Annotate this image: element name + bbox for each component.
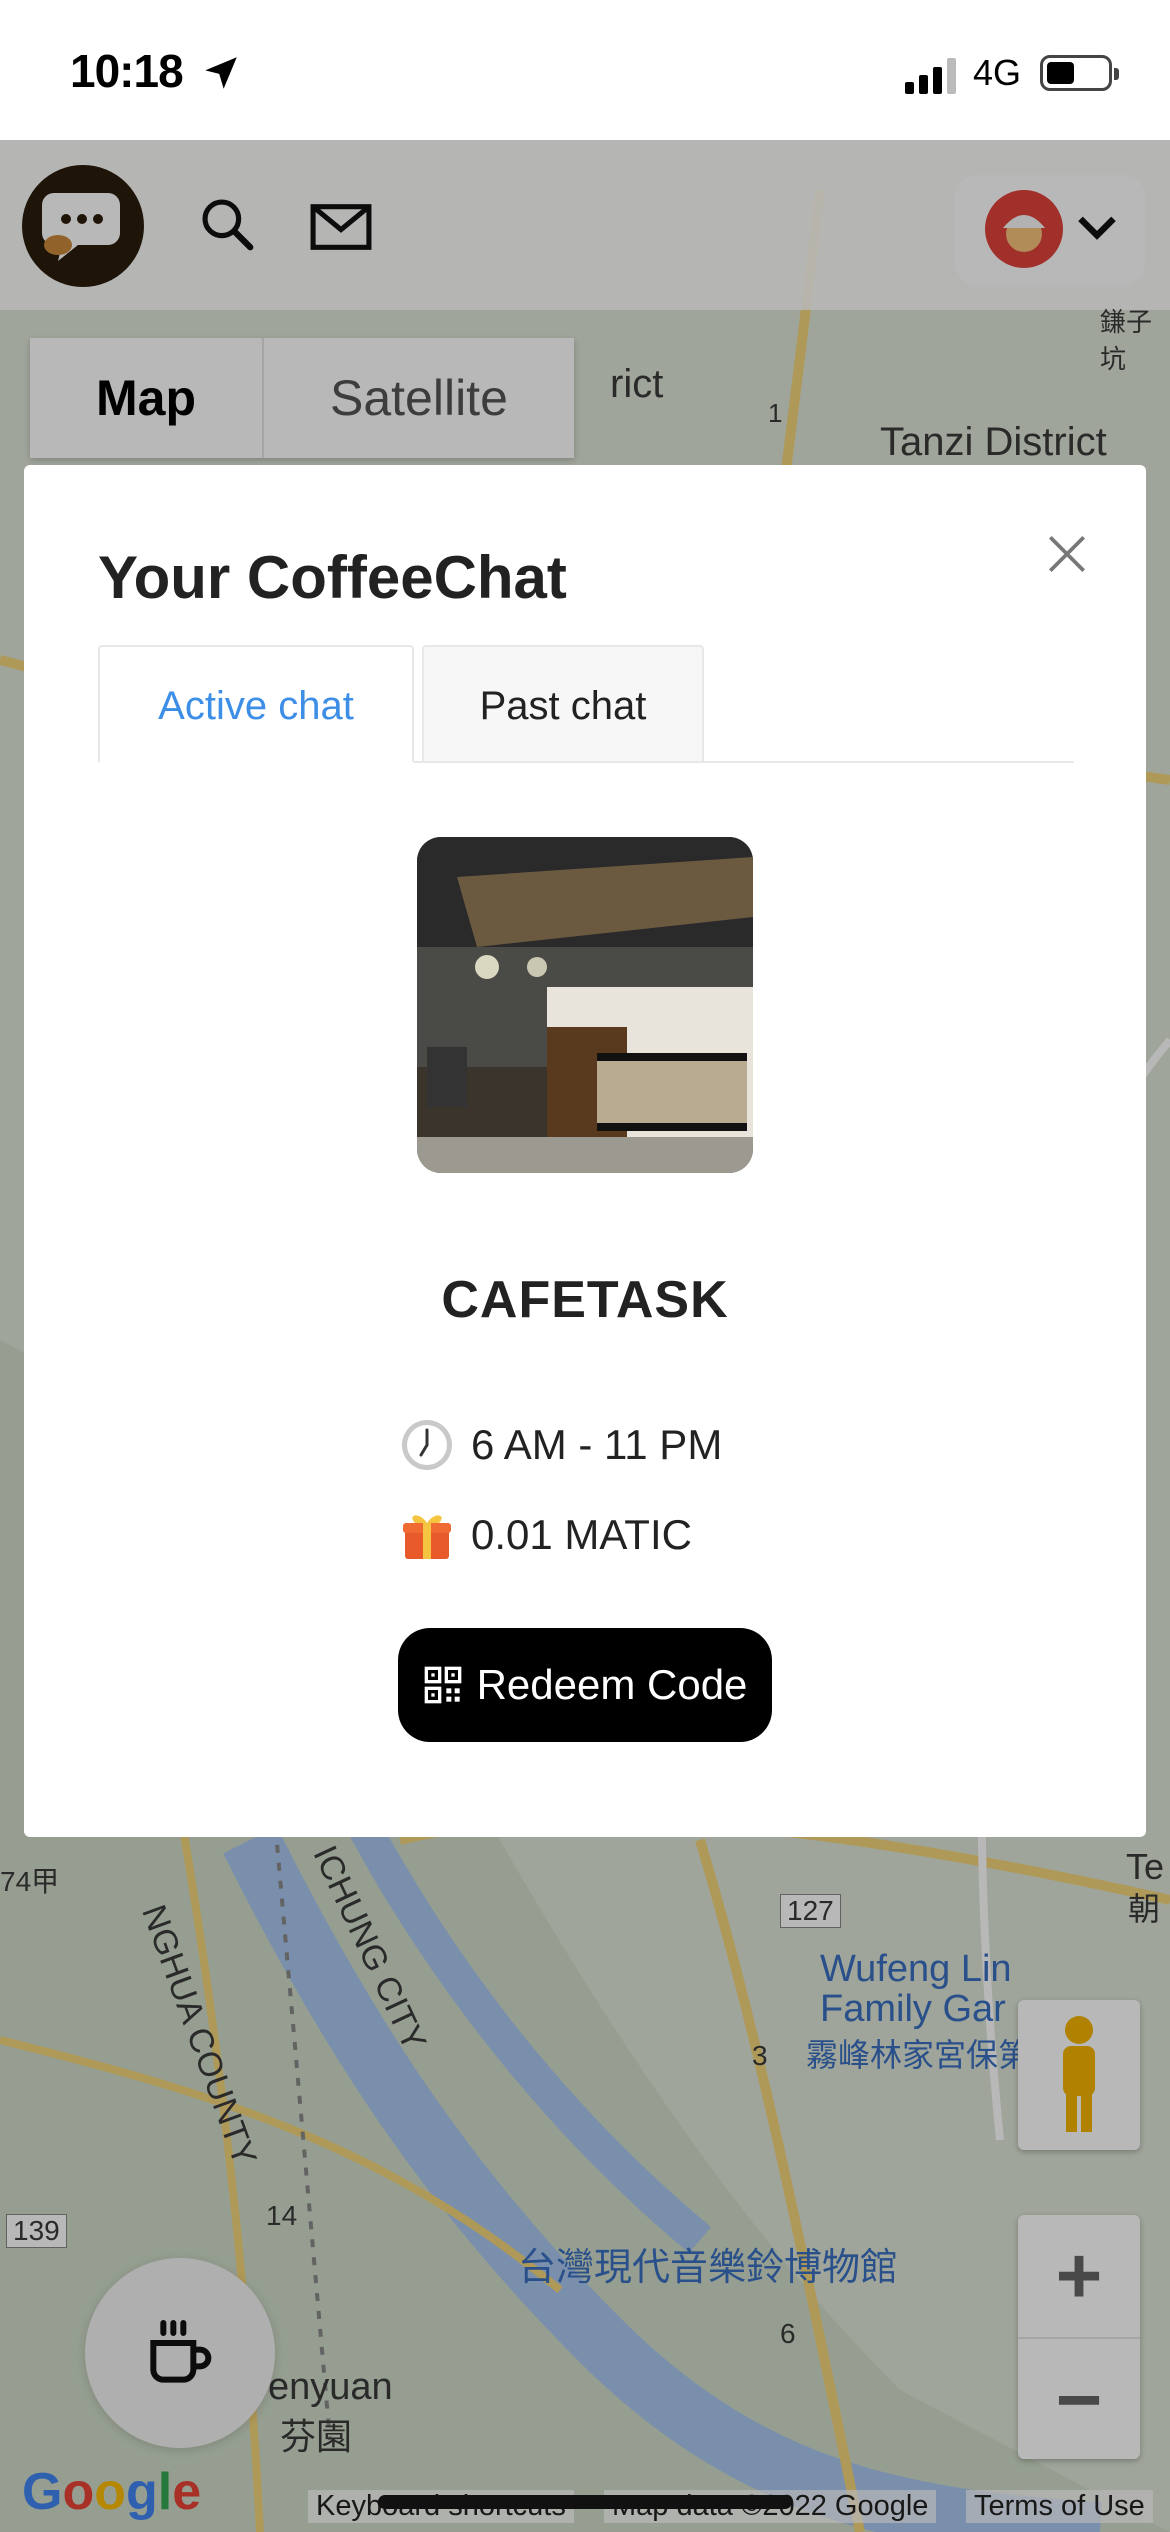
opening-hours: 6 AM - 11 PM	[471, 1421, 723, 1468]
map-label: rict	[610, 362, 664, 406]
map-label: 台灣現代音樂鈴博物館	[518, 2247, 899, 2289]
road-label: 3	[752, 2040, 768, 2071]
modal-title: Your CoffeeChat	[98, 544, 567, 611]
profile-menu[interactable]	[955, 175, 1145, 285]
coffeechat-modal: Your CoffeeChat Active chat Past chat CA…	[24, 465, 1146, 1837]
map-label: enyuan	[268, 2366, 393, 2408]
road-label: 1	[768, 398, 783, 428]
qr-code-icon	[424, 1666, 461, 1704]
status-bar: 10:18 4G	[0, 0, 1170, 140]
map-type-satellite-button[interactable]: Satellite	[262, 338, 574, 458]
shop-name: CAFETASK	[441, 1271, 729, 1329]
search-icon[interactable]	[196, 193, 258, 255]
close-icon[interactable]	[1042, 529, 1092, 579]
map-label: Tanzi District	[880, 420, 1107, 464]
reward-row: 0.01 MATIC	[399, 1505, 692, 1565]
clock-icon	[402, 1420, 452, 1470]
network-label: 4G	[973, 52, 1022, 93]
map-label: 朝	[1128, 1891, 1161, 1927]
pegman-icon	[1063, 2016, 1095, 2132]
road-label: 127	[780, 1894, 841, 1928]
road-label: 6	[780, 2318, 796, 2349]
map-label: 霧峰林家宮保第	[806, 2037, 1031, 2073]
gift-icon	[403, 1515, 451, 1559]
road-label: 139	[6, 2214, 67, 2248]
map-label: 74甲	[0, 1866, 60, 1897]
chevron-down-icon	[1078, 216, 1116, 240]
chat-tabs: Active chat Past chat	[98, 645, 1074, 763]
google-logo: Google	[22, 2463, 202, 2521]
map-label: Wufeng Lin	[820, 1948, 1012, 1990]
map-label: 鎌子坑	[1100, 307, 1153, 374]
coffee-button[interactable]	[85, 2258, 275, 2448]
map-label: Family Gar	[820, 1988, 1006, 2030]
reward-amount: 0.01 MATIC	[471, 1511, 692, 1558]
road-label: 14	[266, 2200, 298, 2231]
status-time: 10:18	[70, 45, 184, 97]
street-view-pegman[interactable]	[1018, 2000, 1140, 2150]
chat-bubble-icon	[42, 193, 120, 261]
coffeechat-logo[interactable]	[22, 165, 144, 287]
coffee-cup-icon	[150, 2320, 212, 2383]
map-type-map-button[interactable]: Map	[30, 338, 262, 458]
zoom-control: + −	[1018, 2215, 1140, 2459]
map-label: 芬園	[280, 2416, 353, 2457]
hours-row: 6 AM - 11 PM	[399, 1415, 722, 1475]
map-label: Te	[1126, 1846, 1165, 1887]
avatar	[985, 190, 1063, 268]
redeem-code-label: Redeem Code	[476, 1661, 748, 1708]
home-indicator	[378, 2495, 792, 2509]
signal-icon	[905, 58, 956, 94]
shop-photo	[417, 837, 753, 1173]
redeem-code-button[interactable]: Redeem Code	[398, 1628, 772, 1742]
mail-icon[interactable]	[308, 198, 374, 256]
map-type-control: Map Satellite	[30, 338, 574, 458]
terms-link[interactable]: Terms of Use	[966, 2490, 1153, 2523]
location-arrow-icon	[205, 57, 237, 89]
tab-active-chat[interactable]: Active chat	[98, 645, 414, 763]
zoom-in-button[interactable]: +	[1018, 2215, 1140, 2337]
battery-icon	[1040, 55, 1119, 91]
zoom-out-button[interactable]: −	[1018, 2337, 1140, 2459]
tab-past-chat[interactable]: Past chat	[422, 645, 704, 763]
